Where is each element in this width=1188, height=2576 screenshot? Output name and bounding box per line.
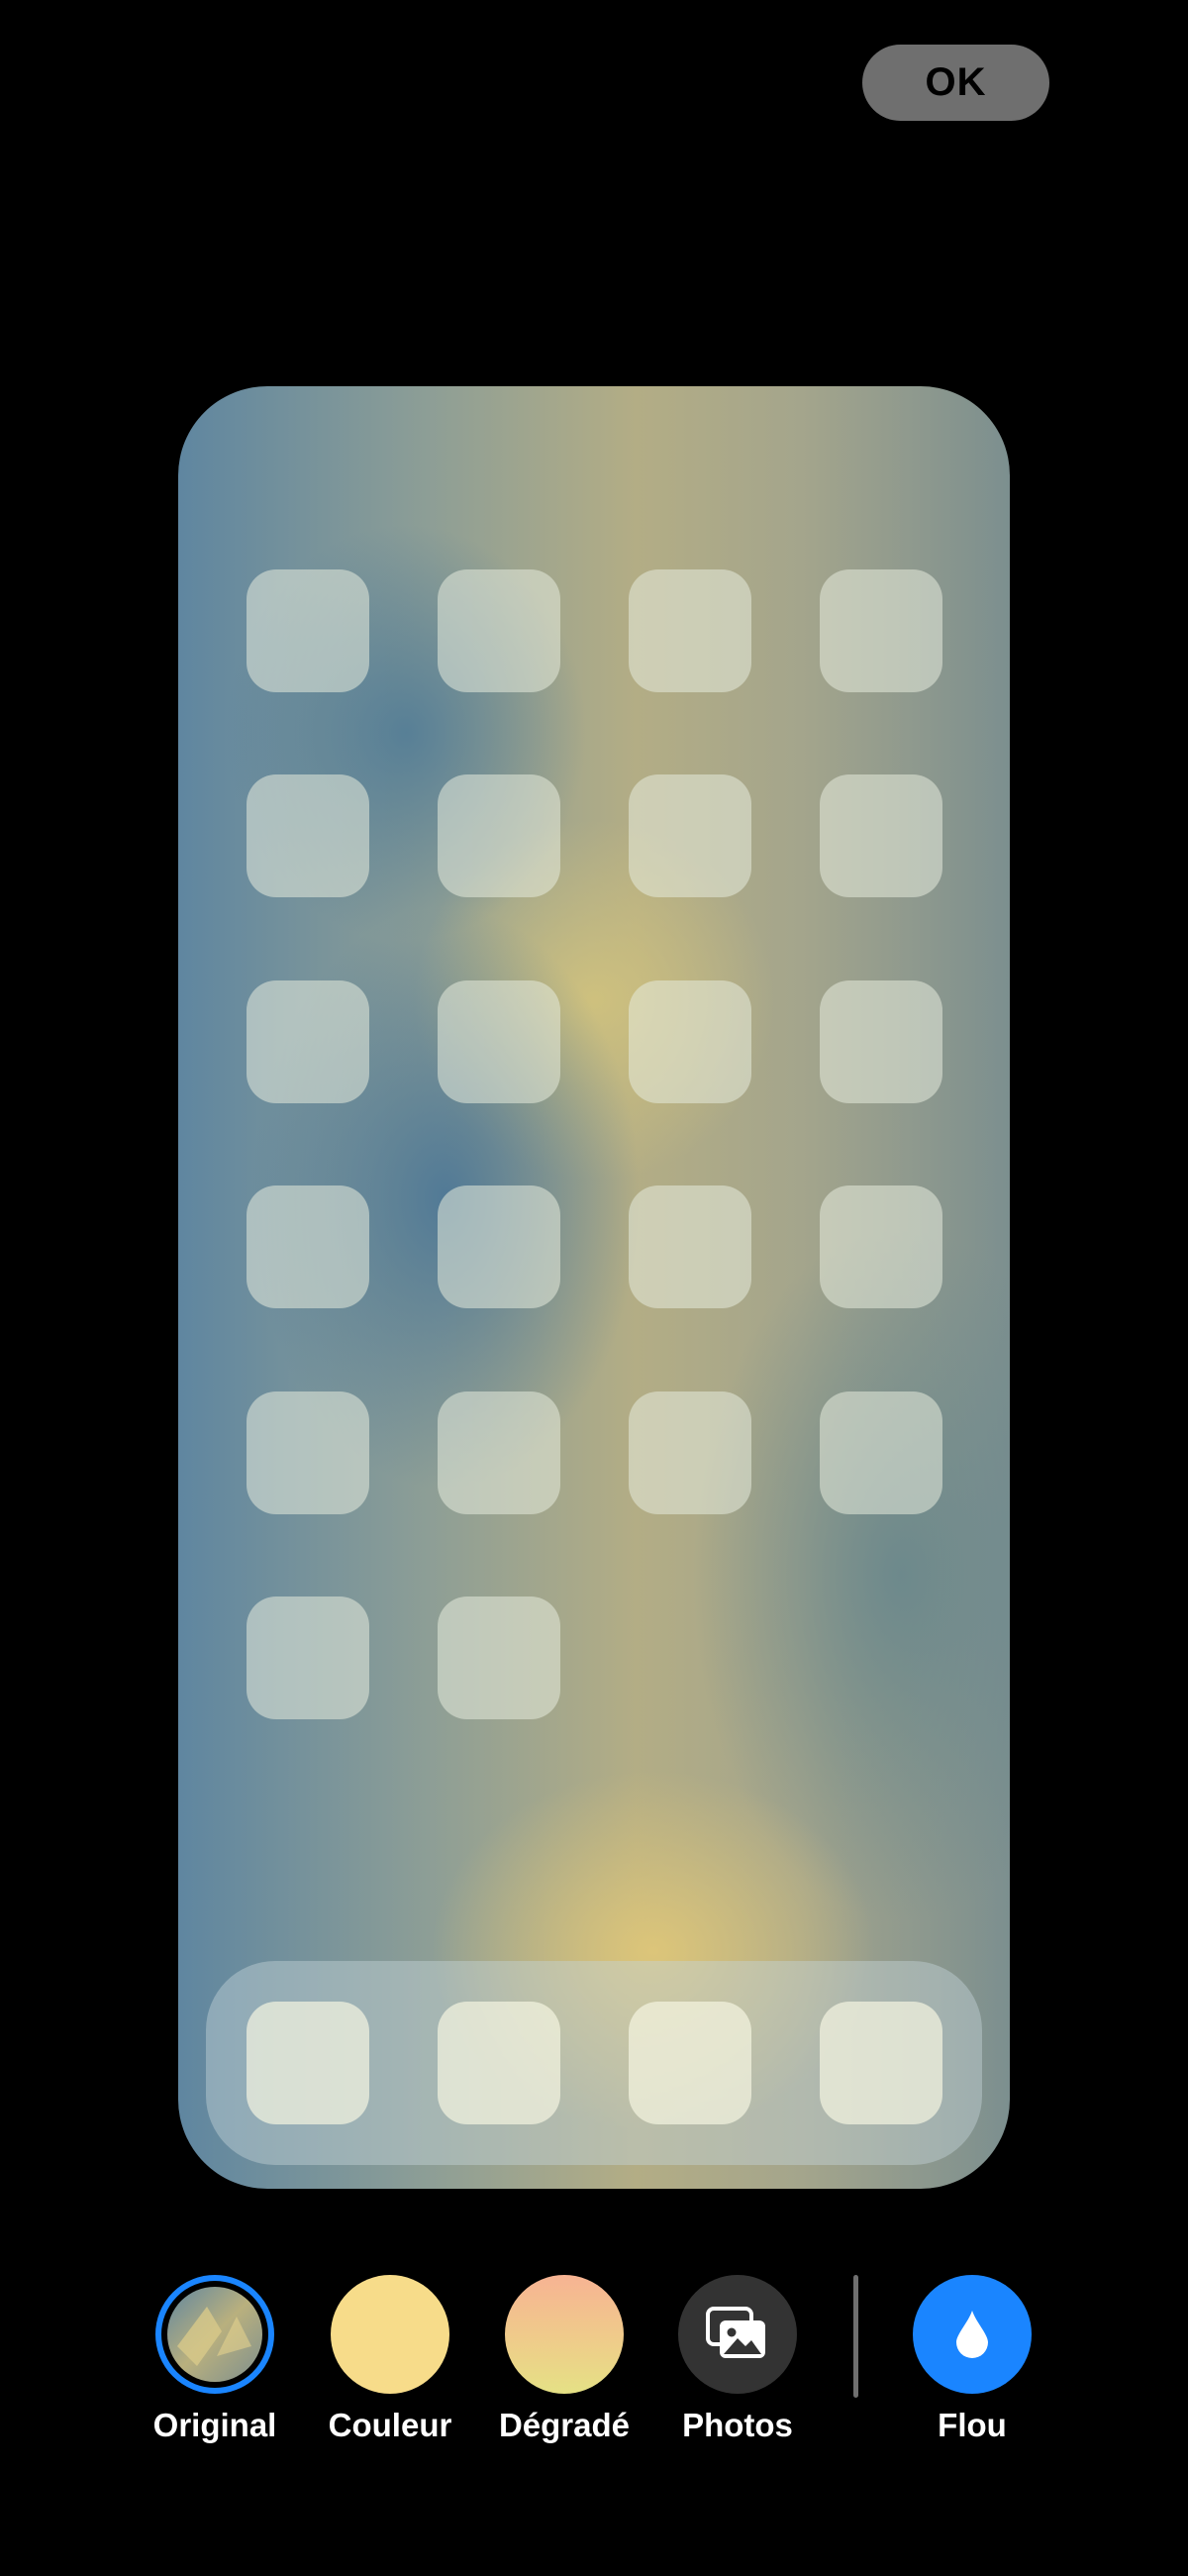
gradient-option-button[interactable] — [505, 2275, 624, 2394]
photos-option-button[interactable] — [678, 2275, 797, 2394]
app-icon-placeholder — [820, 774, 942, 897]
photos-stack-icon — [706, 2307, 765, 2358]
gradient-label: Dégradé — [498, 2407, 631, 2443]
color-label: Couleur — [328, 2407, 452, 2443]
water-drop-icon — [956, 2311, 988, 2358]
toolbar-separator — [853, 2275, 858, 2398]
app-icon-placeholder — [820, 1391, 942, 1514]
app-icon-placeholder — [820, 569, 942, 692]
app-icon-placeholder — [820, 980, 942, 1103]
app-icon-placeholder — [247, 1185, 369, 1308]
app-icon-placeholder — [629, 569, 751, 692]
app-icon-placeholder — [438, 1185, 560, 1308]
dock-app-placeholder — [247, 2002, 369, 2124]
original-label: Original — [152, 2407, 277, 2443]
app-icon-placeholder — [247, 980, 369, 1103]
original-option-button[interactable] — [155, 2275, 274, 2394]
original-thumbnail — [167, 2287, 262, 2382]
app-icon-placeholder — [438, 774, 560, 897]
app-icon-placeholder — [438, 980, 560, 1103]
app-icon-placeholder — [247, 1391, 369, 1514]
dock-app-placeholder — [820, 2002, 942, 2124]
color-option-button[interactable] — [331, 2275, 449, 2394]
home-screen-preview — [178, 386, 1010, 2189]
app-icon-placeholder — [629, 980, 751, 1103]
blur-label: Flou — [938, 2407, 1007, 2443]
app-icon-placeholder — [629, 774, 751, 897]
app-icon-placeholder — [438, 569, 560, 692]
app-icon-placeholder — [629, 1185, 751, 1308]
app-icon-placeholder — [820, 1185, 942, 1308]
app-icon-placeholder — [247, 569, 369, 692]
dock-app-placeholder — [438, 2002, 560, 2124]
dock — [206, 1961, 982, 2165]
photos-label: Photos — [682, 2407, 793, 2443]
app-icon-placeholder — [247, 1597, 369, 1719]
ok-button[interactable]: OK — [862, 45, 1049, 121]
app-icon-placeholder — [438, 1597, 560, 1719]
app-icon-placeholder — [629, 1391, 751, 1514]
dock-app-placeholder — [629, 2002, 751, 2124]
app-icon-placeholder — [247, 774, 369, 897]
app-icon-placeholder — [438, 1391, 560, 1514]
blur-button[interactable] — [913, 2275, 1032, 2394]
